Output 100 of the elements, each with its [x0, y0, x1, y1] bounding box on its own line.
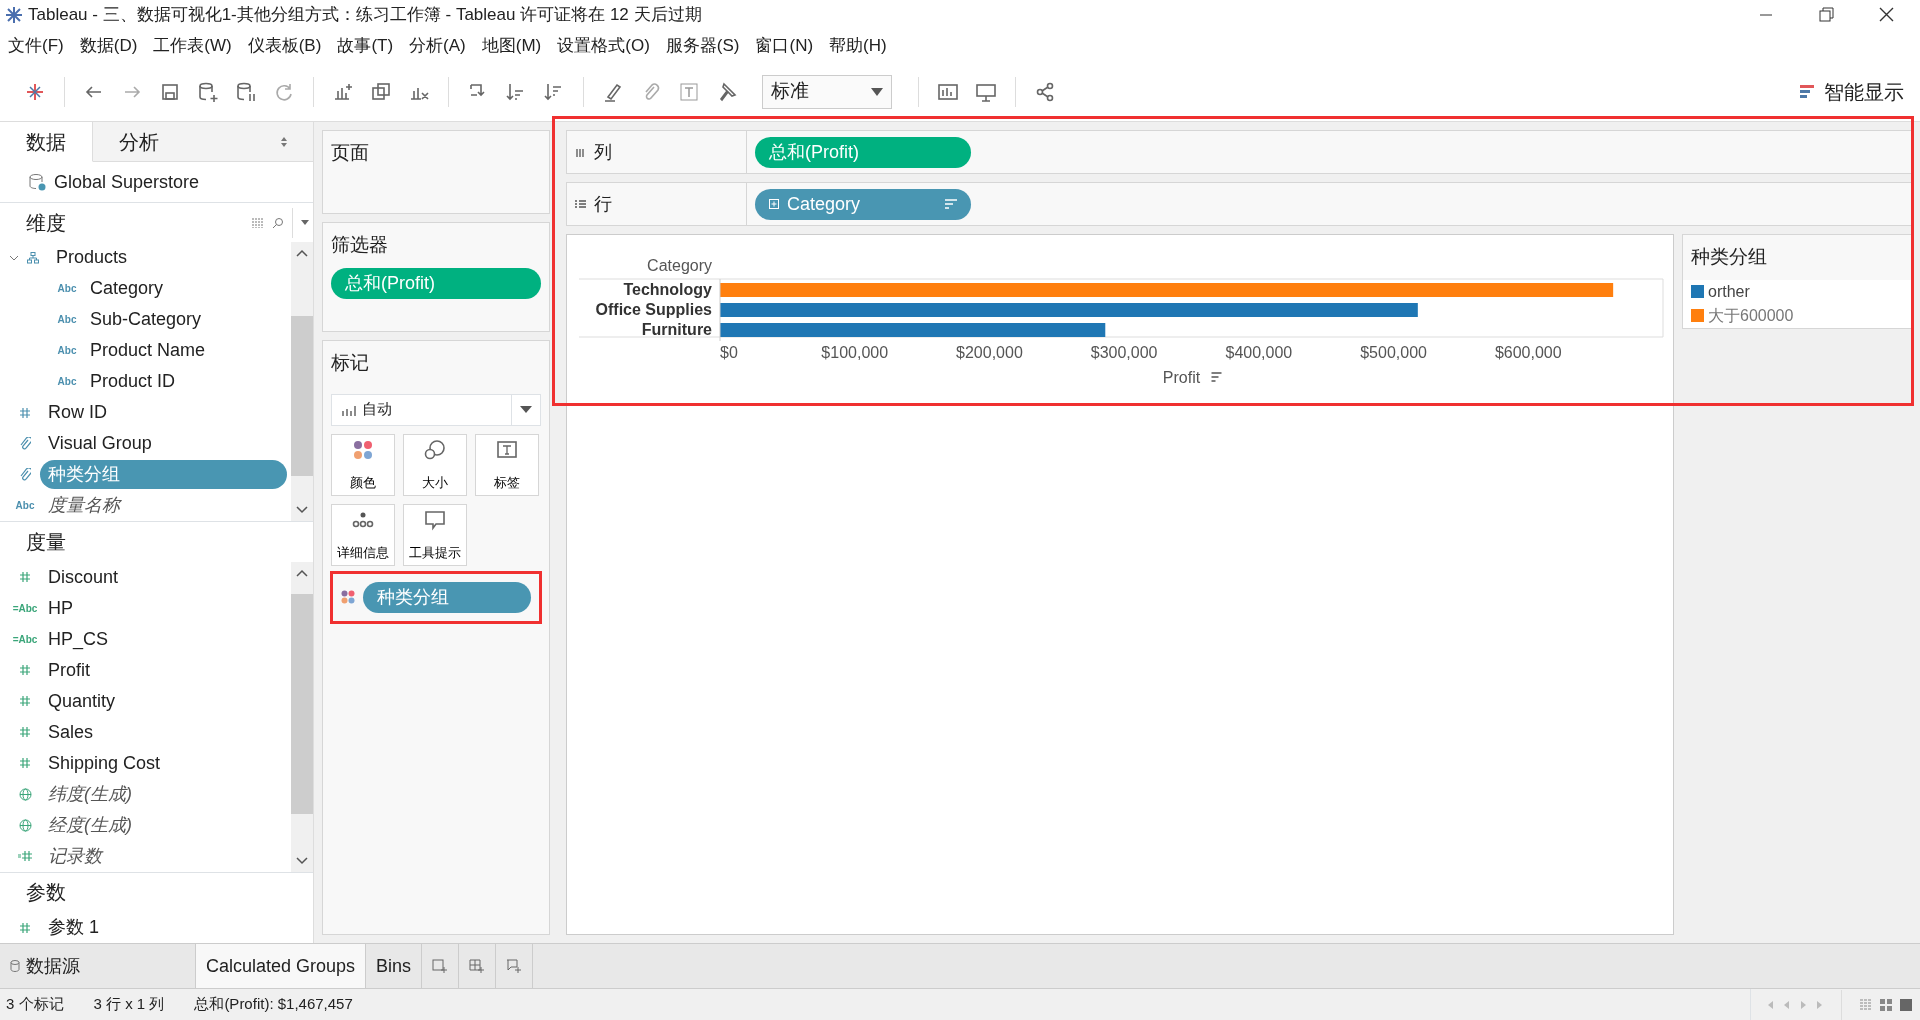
- field-item[interactable]: HP_CS: [40, 624, 117, 654]
- show-me-button[interactable]: 智能显示: [1800, 76, 1904, 107]
- field-item[interactable]: Row ID: [40, 398, 115, 428]
- add-datasource-icon[interactable]: [197, 80, 219, 103]
- caret-icon: [871, 87, 883, 96]
- sort-icon[interactable]: [1210, 372, 1223, 382]
- scrollbar[interactable]: [291, 561, 313, 872]
- menu-item[interactable]: 仪表板(B): [239, 33, 330, 59]
- field-item[interactable]: Discount: [40, 562, 127, 592]
- bar-chart-icon: [342, 403, 356, 416]
- menu-item[interactable]: 地图(M): [473, 33, 550, 59]
- menu-item[interactable]: 数据(D): [71, 33, 146, 59]
- dropdown-caret-icon[interactable]: [301, 220, 309, 226]
- menu-item[interactable]: 帮助(H): [821, 33, 895, 59]
- speech-bubble-icon: [424, 508, 446, 531]
- list-view-icon[interactable]: [252, 217, 264, 228]
- menu-item[interactable]: 分析(A): [401, 33, 474, 59]
- fit-dropdown[interactable]: 标准: [762, 74, 892, 109]
- marks-button[interactable]: 标签: [475, 433, 539, 496]
- menu-item[interactable]: 窗口(N): [747, 33, 822, 59]
- menu-item[interactable]: 设置格式(O): [549, 33, 658, 59]
- next-page-icon[interactable]: [1799, 1000, 1807, 1009]
- window-title: Tableau - 三、数据可视化1-其他分组方式：练习工作簿 - Tableau 许可证将在 12 天后过期: [28, 4, 703, 27]
- shelf-label: 行: [594, 192, 612, 216]
- first-page-icon[interactable]: [1767, 1000, 1775, 1009]
- row-label: Furniture: [641, 321, 712, 338]
- menu-item[interactable]: 文件(F): [0, 33, 72, 59]
- pause-datasource-icon[interactable]: [235, 80, 257, 103]
- field-item[interactable]: Sub-Category: [82, 305, 210, 335]
- field-item[interactable]: Shipping Cost: [40, 748, 169, 778]
- menu-item[interactable]: 服务器(S): [657, 33, 748, 59]
- hash-icon: [19, 726, 31, 739]
- field-item[interactable]: Sales: [40, 717, 102, 747]
- last-page-icon[interactable]: [1815, 1000, 1823, 1009]
- field-item[interactable]: Visual Group: [40, 429, 160, 459]
- shelf-label: 列: [594, 140, 612, 164]
- tick-label: $100,000: [821, 344, 889, 361]
- single-view-icon[interactable]: [1900, 998, 1912, 1011]
- marks-button[interactable]: 工具提示: [403, 503, 467, 566]
- field-type-icon: Abc: [15, 498, 35, 514]
- field-item[interactable]: HP: [40, 593, 81, 623]
- field-type-icon: Abc: [57, 281, 77, 297]
- row-label: Technology: [623, 281, 712, 298]
- menu-item[interactable]: 故事(T): [329, 33, 402, 59]
- database-icon: [10, 960, 20, 972]
- field-item[interactable]: Quantity: [40, 686, 124, 716]
- bar-chart-icon: [1800, 83, 1816, 100]
- new-story-icon[interactable]: [506, 958, 523, 974]
- rows-shelf-icon: [575, 198, 586, 210]
- tile-view-icon[interactable]: [1880, 998, 1892, 1011]
- show-labels-icon[interactable]: [678, 80, 700, 103]
- tick-label: $0: [720, 344, 738, 361]
- field-item[interactable]: 纬度(生成): [40, 779, 140, 809]
- field-item[interactable]: Category: [82, 274, 172, 304]
- marks-button[interactable]: 详细信息: [331, 503, 395, 566]
- expanded-caret-icon[interactable]: [10, 253, 18, 262]
- field-item[interactable]: Product ID: [82, 367, 184, 397]
- show-me-label: 智能显示: [1824, 79, 1904, 105]
- field-item[interactable]: 记录数: [40, 841, 110, 871]
- calculated-hash-icon: [17, 850, 33, 863]
- share-icon[interactable]: [1034, 80, 1056, 103]
- field-type-icon: Abc: [57, 374, 77, 390]
- tick-label: $300,000: [1090, 344, 1158, 361]
- field-type-icon: =Abc: [12, 631, 38, 647]
- scrollbar[interactable]: [291, 242, 313, 522]
- status-text: 3 行 x 1 列: [93, 994, 165, 1015]
- duplicate-sheet-icon[interactable]: [370, 80, 392, 103]
- field-item[interactable]: 经度(生成): [40, 810, 140, 840]
- tick-label: $600,000: [1494, 344, 1562, 361]
- new-worksheet-icon[interactable]: [432, 958, 449, 974]
- hash-icon: [19, 921, 31, 934]
- grid-view-icon[interactable]: [1860, 998, 1872, 1011]
- updown-caret-icon: [281, 136, 287, 147]
- card-title: 页面: [331, 141, 370, 165]
- marks-button[interactable]: 大小: [403, 433, 467, 496]
- fit-value: 标准: [771, 79, 809, 104]
- field-item[interactable]: 参数 1: [40, 913, 107, 942]
- globe-icon: [18, 818, 32, 832]
- new-dashboard-icon[interactable]: [469, 958, 486, 974]
- search-icon[interactable]: [272, 216, 284, 229]
- field-item[interactable]: Products: [48, 243, 136, 273]
- menu-item[interactable]: 工作表(W): [145, 33, 240, 59]
- datasource-name[interactable]: Global Superstore: [54, 168, 200, 196]
- status-text: 总和(Profit): $1,467,457: [194, 994, 353, 1015]
- sheet-tab[interactable]: Calculated Groups: [196, 944, 367, 988]
- section-title: 度量: [26, 530, 66, 556]
- paperclip-icon: [19, 467, 31, 482]
- panel-tab[interactable]: 分析: [93, 122, 313, 162]
- marks-button[interactable]: 颜色: [331, 433, 395, 496]
- mark-type-dropdown[interactable]: 自动: [331, 393, 541, 426]
- color-dots-icon: [341, 590, 355, 604]
- paperclip-icon: [19, 436, 31, 451]
- field-item[interactable]: Profit: [40, 655, 98, 685]
- card-title: 筛选器: [331, 233, 389, 257]
- field-type-icon: Abc: [57, 343, 77, 359]
- field-item[interactable]: 度量名称: [40, 491, 128, 521]
- legend-label[interactable]: orther: [1708, 279, 1750, 304]
- prev-page-icon[interactable]: [1783, 1000, 1791, 1009]
- status-text: 3 个标记: [6, 994, 64, 1015]
- field-item[interactable]: Product Name: [82, 336, 214, 366]
